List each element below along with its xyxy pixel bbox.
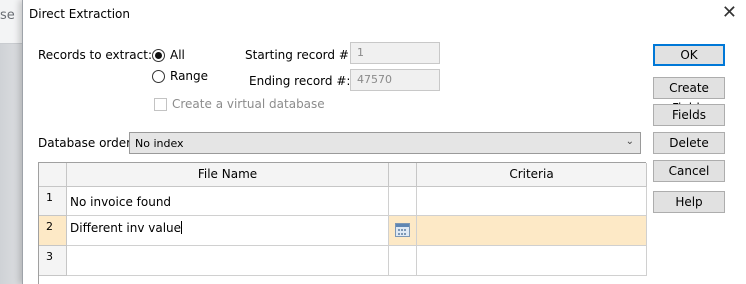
column-header-file-name[interactable]: File Name — [67, 163, 389, 187]
dialog-titlebar: Direct Extraction ✕ — [23, 0, 746, 30]
radio-all[interactable] — [152, 49, 165, 62]
virtual-database-checkbox[interactable] — [154, 98, 167, 111]
fields-button[interactable]: Fields — [653, 104, 725, 126]
file-name-edit-text[interactable]: Different inv value — [70, 221, 181, 235]
radio-range[interactable] — [152, 70, 165, 83]
file-name-cell[interactable]: No invoice found — [67, 187, 389, 216]
starting-record-input[interactable]: 1 — [350, 42, 440, 64]
picker-cell[interactable] — [389, 216, 417, 246]
dialog-title: Direct Extraction — [29, 7, 131, 21]
close-icon[interactable]: ✕ — [722, 3, 737, 23]
column-header-picker — [389, 163, 417, 187]
criteria-cell[interactable] — [417, 216, 647, 246]
delete-button[interactable]: Delete — [653, 132, 725, 154]
picker-cell[interactable] — [389, 187, 417, 216]
criteria-cell[interactable] — [417, 246, 647, 276]
database-order-label: Database order: — [38, 136, 135, 150]
direct-extraction-dialog: Direct Extraction ✕ Records to extract: … — [22, 0, 746, 284]
chevron-down-icon[interactable]: ⌄ — [626, 136, 634, 147]
grid-corner-header — [39, 163, 67, 187]
file-name-cell-editing[interactable]: Different inv value — [67, 216, 389, 246]
create-fields-button[interactable]: Create Fields — [653, 77, 725, 115]
database-order-select[interactable]: No index ⌄ — [129, 132, 641, 154]
starting-record-label: Starting record #: — [245, 48, 353, 62]
picker-cell[interactable] — [389, 246, 417, 276]
cancel-button[interactable]: Cancel — [653, 160, 725, 182]
radio-range-label[interactable]: Range — [170, 69, 208, 83]
radio-all-label[interactable]: All — [170, 48, 185, 62]
help-button[interactable]: Help — [653, 191, 725, 213]
database-order-value: No index — [135, 137, 184, 150]
column-header-criteria[interactable]: Criteria — [417, 163, 647, 187]
virtual-database-label: Create a virtual database — [172, 97, 325, 111]
ok-button[interactable]: OK — [653, 44, 725, 66]
criteria-cell[interactable] — [417, 187, 647, 216]
file-name-cell[interactable] — [67, 246, 389, 276]
calendar-grid-icon[interactable] — [395, 223, 410, 237]
row-number[interactable]: 2 — [39, 216, 67, 246]
records-to-extract-label: Records to extract: — [38, 48, 152, 62]
background-window-text: se — [0, 8, 15, 23]
row-number[interactable]: 3 — [39, 246, 67, 276]
criteria-grid: File Name Criteria 1 No invoice found 2 … — [38, 162, 647, 284]
text-caret — [181, 221, 183, 234]
ending-record-label: Ending record #: — [249, 74, 351, 88]
ending-record-input[interactable]: 47570 — [350, 69, 440, 91]
row-number[interactable]: 1 — [39, 187, 67, 216]
